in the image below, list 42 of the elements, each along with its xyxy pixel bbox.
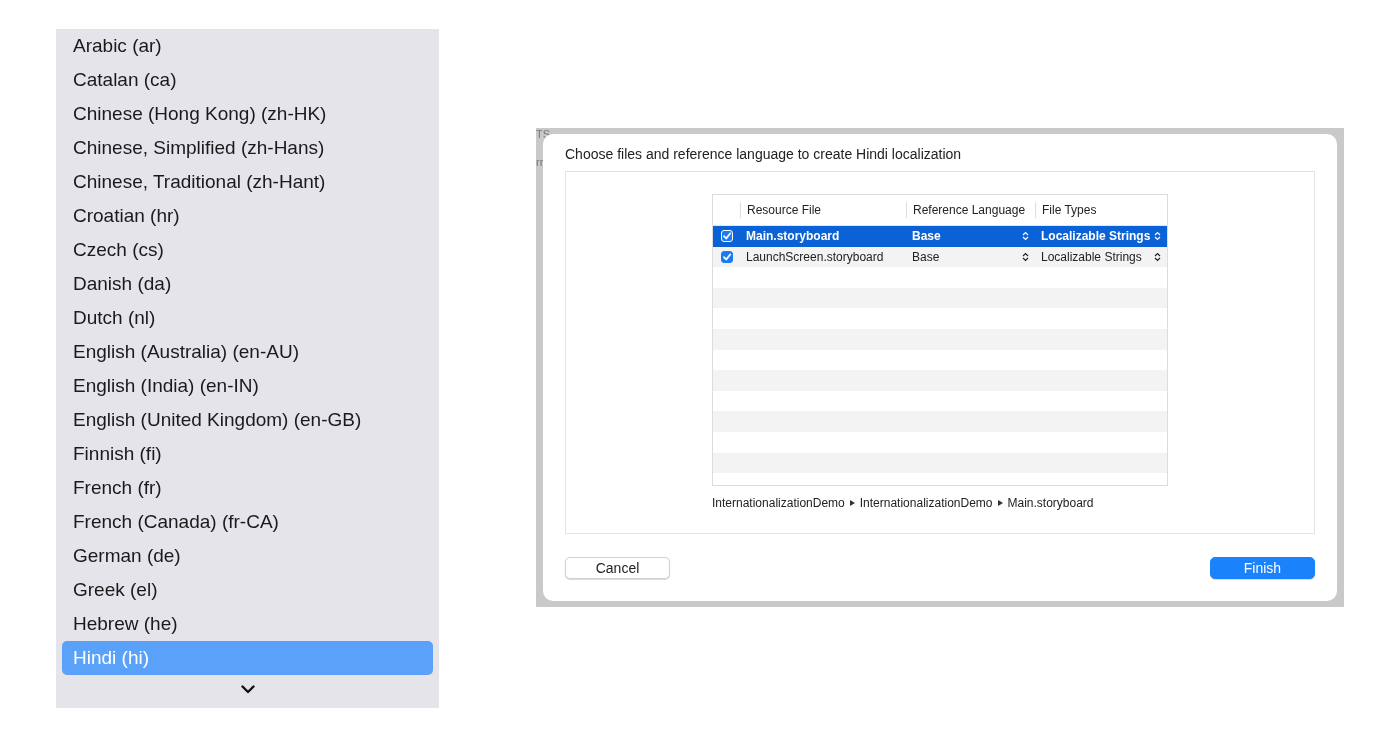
popup-value[interactable]: Localizable Strings: [1041, 249, 1142, 264]
language-menu-item[interactable]: Arabic (ar): [62, 29, 433, 63]
language-menu-item[interactable]: Chinese, Simplified (zh-Hans): [62, 131, 433, 165]
language-menu-item[interactable]: Croatian (hr): [62, 199, 433, 233]
cancel-button[interactable]: Cancel: [565, 557, 670, 579]
path-component[interactable]: Main.storyboard: [1007, 496, 1094, 510]
column-header[interactable]: File Types: [1035, 202, 1167, 218]
path-component[interactable]: InternationalizationDemo: [712, 496, 845, 510]
column-header[interactable]: Resource File: [740, 202, 906, 218]
up-down-arrows-icon[interactable]: [1022, 251, 1029, 262]
language-menu-item[interactable]: Chinese (Hong Kong) (zh-HK): [62, 97, 433, 131]
finish-button[interactable]: Finish: [1210, 557, 1315, 579]
language-menu-item[interactable]: English (India) (en-IN): [62, 369, 433, 403]
table-row[interactable]: LaunchScreen.storyboard Base Localizable Strings: [713, 246, 1167, 268]
language-menu-item[interactable]: Catalan (ca): [62, 63, 433, 97]
language-menu-item[interactable]: German (de): [62, 539, 433, 573]
path-separator-icon: [997, 500, 1003, 506]
language-menu-item[interactable]: Hebrew (he): [62, 607, 433, 641]
language-menu-item[interactable]: English (Australia) (en-AU): [62, 335, 433, 369]
up-down-arrows-icon[interactable]: [1154, 251, 1161, 262]
table-cell: LaunchScreen.storyboard: [746, 249, 884, 264]
popup-value[interactable]: Base: [912, 229, 941, 244]
language-menu-item[interactable]: English (United Kingdom) (en-GB): [62, 403, 433, 437]
table-cell: Main.storyboard: [746, 229, 840, 244]
popup-value[interactable]: Base: [912, 249, 940, 264]
checkbox[interactable]: [721, 250, 733, 263]
language-menu-item[interactable]: Chinese, Traditional (zh-Hant): [62, 165, 433, 199]
chevron-down-icon[interactable]: [240, 685, 255, 694]
language-menu-item[interactable]: Finnish (fi): [62, 437, 433, 471]
language-menu-item[interactable]: Czech (cs): [62, 233, 433, 267]
language-menu-item[interactable]: French (fr): [62, 471, 433, 505]
column-header[interactable]: Reference Language: [906, 202, 1035, 218]
language-menu-item[interactable]: French (Canada) (fr-CA): [62, 505, 433, 539]
popup-value[interactable]: Localizable Strings: [1041, 229, 1151, 244]
language-menu-item[interactable]: Dutch (nl): [62, 301, 433, 335]
path-separator-icon: [849, 500, 855, 506]
dialog-title: Choose files and reference language to create Hindi localization: [565, 146, 963, 162]
clipped-text: rr: [536, 156, 544, 168]
path-component[interactable]: InternationalizationDemo: [859, 496, 993, 510]
language-menu-item[interactable]: Danish (da): [62, 267, 433, 301]
language-menu-item[interactable]: Greek (el): [62, 573, 433, 607]
table-row[interactable]: Main.storyboard Base Localizable Strings: [713, 226, 1167, 247]
